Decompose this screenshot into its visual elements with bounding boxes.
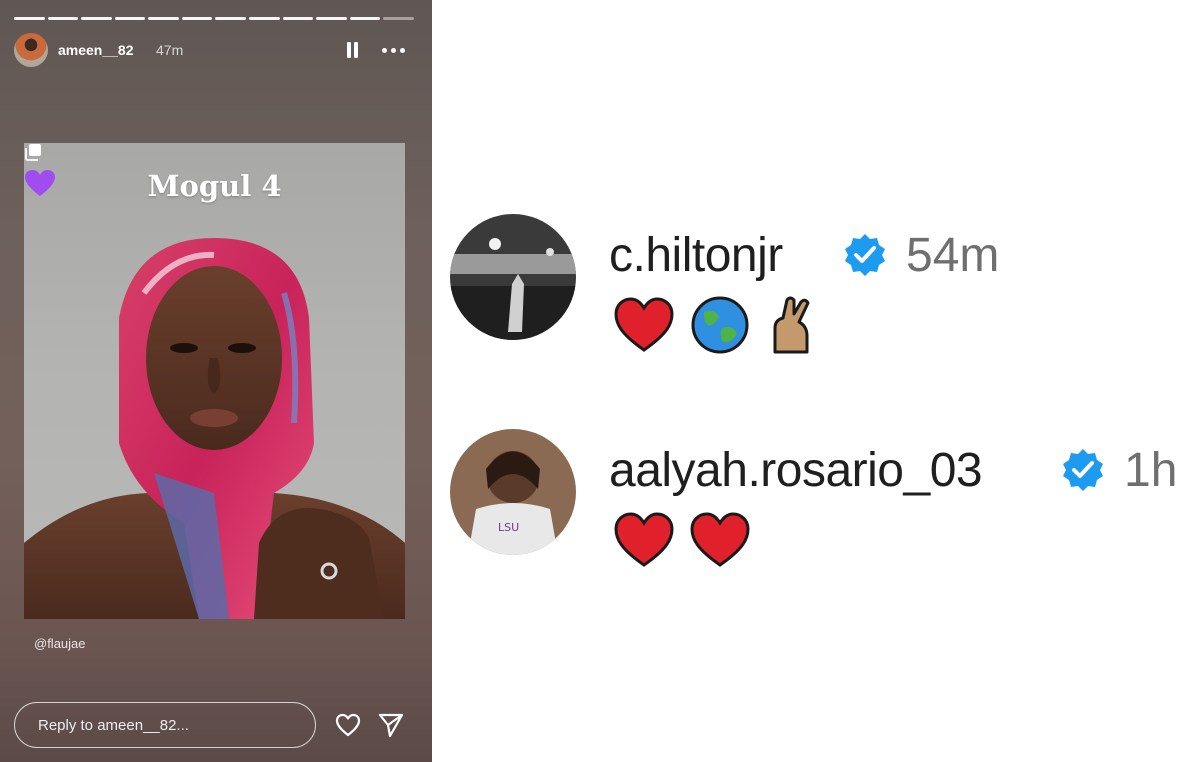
commenter-avatar[interactable] (450, 214, 576, 340)
globe-icon (691, 296, 749, 354)
progress-segment (181, 17, 213, 20)
svg-text:LSU: LSU (498, 521, 519, 534)
story-viewer: ameen__82 47m Mogul 4 @flaujae Reply to … (0, 0, 432, 762)
progress-segment (114, 17, 146, 20)
send-icon[interactable] (377, 711, 405, 739)
post-photo (24, 238, 405, 619)
story-progress-bar (14, 17, 414, 20)
mention-tag[interactable]: @flaujae (34, 636, 86, 651)
red-heart-icon (614, 512, 674, 567)
progress-segment (349, 17, 381, 20)
progress-segment (316, 17, 347, 20)
author-username[interactable]: ameen__82 (58, 42, 134, 58)
commenter-username[interactable]: c.hiltonjr (609, 228, 783, 283)
progress-segment (47, 17, 79, 20)
progress-segment (215, 17, 247, 20)
multiple-photos-icon (25, 144, 41, 161)
verified-badge-icon (1063, 449, 1103, 491)
crossed-fingers-icon (773, 296, 810, 354)
progress-segment (249, 17, 280, 20)
shared-post-card[interactable]: Mogul 4 (24, 143, 405, 619)
progress-segment (148, 17, 179, 20)
progress-segment (282, 17, 314, 20)
reply-placeholder: Reply to ameen__82... (38, 717, 189, 734)
author-avatar[interactable] (14, 33, 48, 67)
commenter-avatar[interactable]: LSU (450, 429, 576, 555)
purple-heart-icon (25, 170, 55, 196)
post-timestamp: 47m (156, 42, 184, 58)
card-title: Mogul 4 (24, 169, 405, 203)
comment-item: LSU aalyah.rosario_03 1h (448, 427, 1200, 567)
commenter-username[interactable]: aalyah.rosario_03 (609, 443, 983, 498)
reply-input[interactable]: Reply to ameen__82... (14, 702, 316, 748)
progress-segment-current (383, 17, 414, 20)
story-header: ameen__82 47m (14, 33, 418, 67)
like-heart-icon[interactable] (334, 711, 362, 739)
pause-icon[interactable] (346, 42, 360, 58)
comment-timestamp: 1h (1124, 444, 1178, 497)
red-heart-icon (614, 297, 674, 352)
red-heart-icon (690, 512, 750, 567)
verified-badge-icon (845, 234, 885, 276)
card-title-text: Mogul 4 (147, 169, 282, 203)
progress-segment (81, 17, 112, 20)
comment-item: c.hiltonjr 54m (448, 212, 1200, 354)
progress-segment (14, 17, 45, 20)
comment-timestamp: 54m (906, 229, 1000, 282)
more-options-icon[interactable] (382, 48, 406, 53)
